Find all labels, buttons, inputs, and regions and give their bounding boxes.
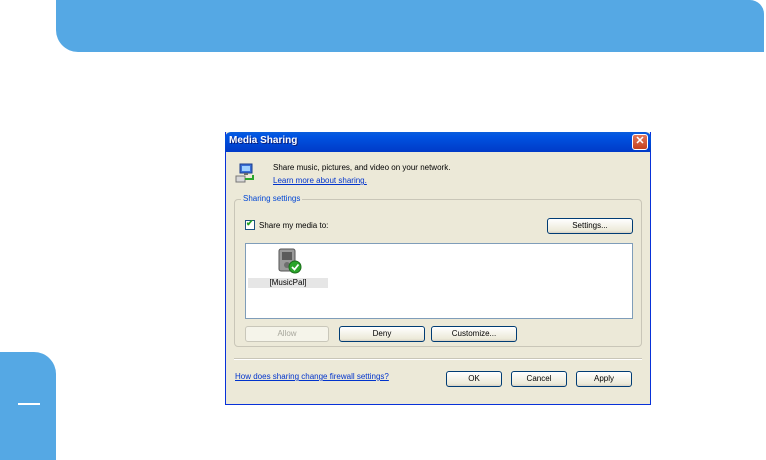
side-tab — [0, 352, 56, 460]
share-media-checkbox[interactable]: ✔ — [245, 218, 255, 230]
customize-button[interactable]: Customize... — [431, 326, 517, 342]
intro-text: Share music, pictures, and video on your… — [273, 163, 451, 172]
ok-button[interactable]: OK — [446, 371, 502, 387]
firewall-help-link[interactable]: How does sharing change firewall setting… — [235, 372, 389, 381]
learn-more-link[interactable]: Learn more about sharing. — [273, 176, 367, 185]
share-media-label: Share my media to: — [259, 221, 329, 230]
checkmark-icon: ✔ — [246, 218, 254, 228]
settings-button[interactable]: Settings... — [547, 218, 633, 234]
media-device-icon — [278, 248, 302, 274]
device-label: [MusicPal] — [248, 278, 328, 288]
allow-button[interactable]: Allow — [245, 326, 329, 342]
apply-button[interactable]: Apply — [576, 371, 632, 387]
media-sharing-dialog: Media Sharing ✕ Share music, pictures, a… — [225, 132, 651, 405]
deny-button[interactable]: Deny — [339, 326, 425, 342]
title-bar[interactable]: Media Sharing ✕ — [225, 132, 651, 152]
network-share-icon — [235, 163, 254, 183]
cancel-button[interactable]: Cancel — [511, 371, 567, 387]
side-tab-dash — [18, 403, 40, 405]
device-list[interactable]: [MusicPal] — [245, 243, 633, 319]
dialog-title: Media Sharing — [229, 135, 298, 146]
dialog-divider — [234, 358, 642, 360]
close-icon[interactable]: ✕ — [632, 134, 648, 150]
top-banner — [56, 0, 764, 52]
sharing-settings-group: Sharing settings ✔ Share my media to: Se… — [234, 194, 642, 347]
group-label: Sharing settings — [241, 194, 303, 203]
